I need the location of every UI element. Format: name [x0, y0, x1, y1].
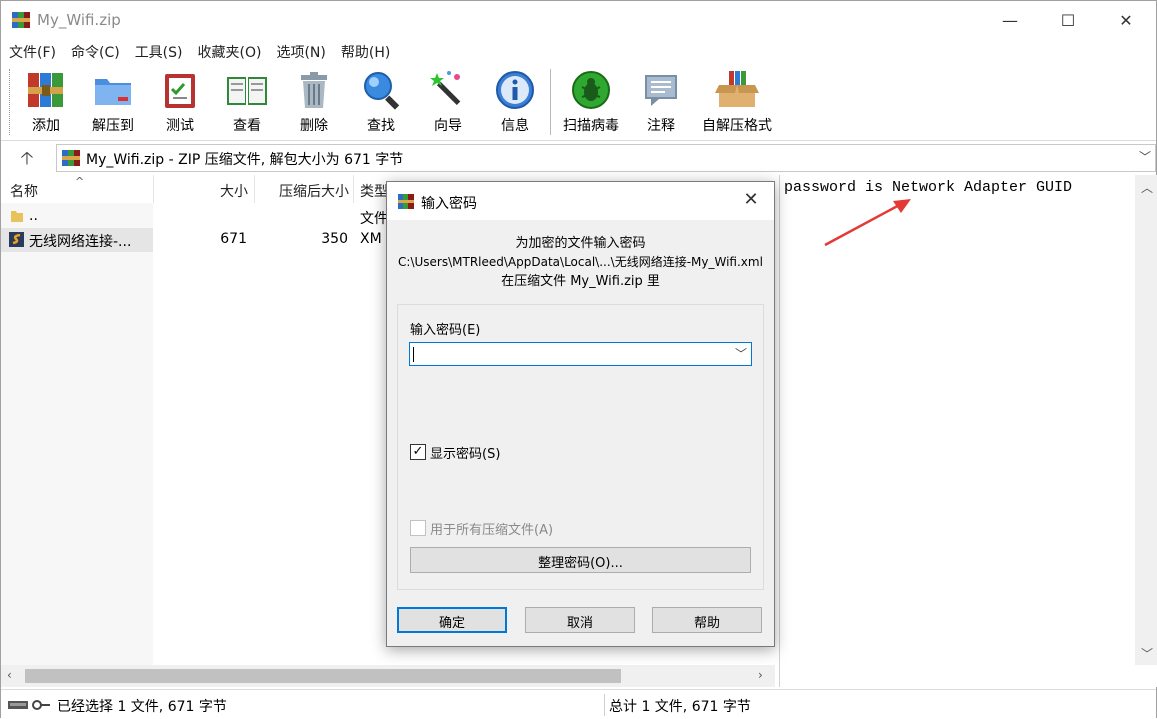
sort-ascending-icon: ^ [75, 175, 85, 188]
archive-books-icon [28, 73, 63, 107]
password-group: 输入密码(E) ﹀ ✓ 显示密码(S) 用于所有压缩文件(A) 整理密码(O).… [397, 304, 764, 590]
password-dialog: 输入密码 ✕ 为加密的文件输入密码 C:\Users\MTRleed\AppDa… [386, 181, 775, 647]
cell-type: XM [360, 231, 382, 247]
magic-wand-icon [430, 71, 461, 106]
cell-name: 无线网络连接-... [29, 234, 132, 250]
column-header-packed[interactable]: 压缩后大小 [259, 175, 349, 203]
scroll-down-icon[interactable]: ﹀ [1141, 645, 1153, 662]
wizard-button[interactable]: 向导 [416, 69, 480, 137]
ok-button[interactable]: 确定 [397, 607, 507, 633]
name-column-shading [1, 203, 153, 665]
menu-options[interactable]: 选项(N) [268, 39, 332, 63]
close-button[interactable]: ✕ [1097, 1, 1155, 39]
title-bar: My_Wifi.zip — ☐ ✕ [1, 1, 1156, 39]
cell-name: .. [29, 208, 38, 224]
open-book-icon [227, 77, 267, 105]
use-for-all-label[interactable]: 用于所有压缩文件(A) [430, 519, 553, 538]
toolbar-grip [9, 69, 12, 135]
menu-file[interactable]: 文件(F) [1, 39, 63, 63]
find-button[interactable]: 查找 [349, 69, 413, 137]
xml-file-icon [9, 232, 24, 247]
speech-bubble-icon [645, 75, 677, 106]
dialog-file-path: C:\Users\MTRleed\AppData\Local\...\无线网络连… [398, 255, 763, 269]
address-text: My_Wifi.zip - ZIP 压缩文件, 解包大小为 671 字节 [86, 152, 404, 168]
parent-folder-icon [11, 211, 23, 222]
vertical-scrollbar[interactable]: ︿ ﹀ [1135, 175, 1157, 665]
winrar-app-icon [12, 12, 30, 28]
sfx-button[interactable]: 自解压格式 [699, 69, 775, 137]
menu-favorites[interactable]: 收藏夹(O) [190, 39, 269, 63]
zip-archive-icon [62, 150, 80, 166]
column-divider [353, 175, 354, 203]
clipboard-check-icon [165, 74, 195, 108]
red-arrow-annotation [824, 199, 911, 247]
minimize-button[interactable]: — [981, 1, 1039, 39]
dialog-title-bar: 输入密码 ✕ [387, 182, 774, 220]
column-divider [254, 175, 255, 203]
password-input[interactable]: ﹀ [409, 342, 752, 366]
scan-virus-button[interactable]: 扫描病毒 [559, 69, 623, 137]
menu-bar: 文件(F) 命令(C) 工具(S) 收藏夹(O) 选项(N) 帮助(H) [1, 39, 1156, 63]
scrollbar-thumb[interactable] [25, 669, 621, 683]
show-password-label[interactable]: 显示密码(S) [430, 443, 500, 462]
status-total: 总计 1 文件, 671 字节 [609, 699, 751, 715]
use-for-all-checkbox[interactable] [410, 520, 426, 536]
dialog-title: 输入密码 [421, 196, 477, 212]
delete-button[interactable]: 删除 [282, 69, 346, 137]
cell-size: 671 [220, 231, 247, 247]
column-divider [153, 175, 154, 203]
up-folder-button[interactable]: 🡡 [13, 146, 41, 170]
status-divider [604, 694, 605, 716]
drive-key-icon [8, 700, 50, 710]
chevron-down-icon[interactable]: ﹀ [1139, 148, 1151, 165]
menu-commands[interactable]: 命令(C) [63, 39, 127, 63]
magnifier-icon [364, 72, 400, 110]
help-button[interactable]: 帮助 [652, 607, 762, 633]
status-bar: 已经选择 1 文件, 671 字节 总计 1 文件, 671 字节 [1, 689, 1156, 719]
cell-type: 文件 [360, 211, 388, 227]
menu-help[interactable]: 帮助(H) [333, 39, 397, 63]
show-password-checkbox[interactable]: ✓ [410, 444, 426, 460]
dialog-info: 为加密的文件输入密码 C:\Users\MTRleed\AppData\Loca… [387, 234, 774, 291]
toolbar: 添加 解压到 测试 查看 删除 查找 向导 信息 扫描病毒 注释 自解压格式 [1, 63, 1156, 141]
comment-panel: password is Network Adapter GUID ︿ ﹀ [779, 175, 1157, 687]
view-button[interactable]: 查看 [215, 69, 279, 137]
scroll-right-icon[interactable]: › [758, 668, 763, 682]
text-caret [413, 347, 414, 362]
address-bar: 🡡 My_Wifi.zip - ZIP 压缩文件, 解包大小为 671 字节 ﹀ [1, 142, 1156, 174]
comment-button[interactable]: 注释 [629, 69, 693, 137]
status-selection: 已经选择 1 文件, 671 字节 [57, 699, 227, 715]
sfx-box-icon [715, 71, 759, 107]
trash-can-icon [301, 72, 327, 108]
maximize-button[interactable]: ☐ [1039, 1, 1097, 39]
winrar-app-icon [398, 194, 414, 209]
cell-packed: 350 [321, 231, 348, 247]
info-button[interactable]: 信息 [483, 69, 547, 137]
scroll-left-icon[interactable]: ‹ [7, 668, 12, 682]
dialog-archive-name: 在压缩文件 My_Wifi.zip 里 [501, 274, 660, 289]
menu-tools[interactable]: 工具(S) [127, 39, 190, 63]
toolbar-separator [550, 69, 551, 135]
dialog-prompt: 为加密的文件输入密码 [515, 236, 646, 251]
password-label: 输入密码(E) [410, 323, 481, 338]
arrow-up-icon: 🡡 [20, 148, 34, 169]
dialog-close-button[interactable]: ✕ [736, 189, 766, 213]
organize-passwords-button[interactable]: 整理密码(O)... [410, 547, 751, 573]
winrar-window: My_Wifi.zip — ☐ ✕ 文件(F) 命令(C) 工具(S) 收藏夹(… [0, 0, 1157, 719]
add-button[interactable]: 添加 [14, 69, 78, 137]
test-button[interactable]: 测试 [148, 69, 212, 137]
folder-icon [95, 79, 131, 105]
column-header-size[interactable]: 大小 [161, 175, 248, 203]
scroll-up-icon[interactable]: ︿ [1141, 179, 1153, 196]
bug-shield-icon [572, 71, 610, 109]
window-title: My_Wifi.zip [37, 11, 121, 29]
extract-to-button[interactable]: 解压到 [81, 69, 145, 137]
horizontal-scrollbar[interactable]: ‹ › [1, 665, 775, 687]
cancel-button[interactable]: 取消 [525, 607, 635, 633]
address-field[interactable]: My_Wifi.zip - ZIP 压缩文件, 解包大小为 671 字节 ﹀ [56, 144, 1156, 172]
info-icon [496, 71, 534, 109]
chevron-down-icon[interactable]: ﹀ [735, 345, 747, 362]
